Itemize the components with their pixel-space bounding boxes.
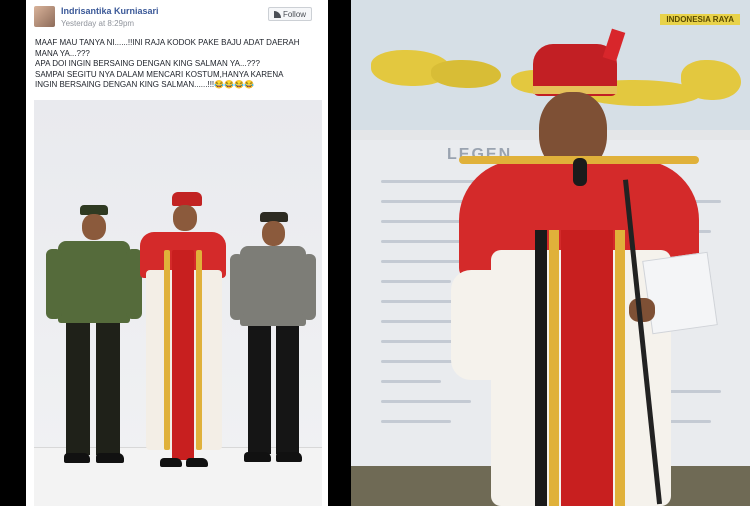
microphone [573,158,587,186]
police-officer-figure [230,212,316,506]
follow-button[interactable]: Follow [268,7,312,21]
post-caption: MAAF MAU TANYA NI......!!INI RAJA KODOK … [35,38,325,91]
follow-label: Follow [282,9,307,19]
military-officer-figure [44,205,142,505]
caption-line: INGIN BERSAING DENGAN KING SALMAN......!… [35,80,254,89]
caption-line: MANA YA...??? [35,48,90,58]
speaker-figure [451,28,721,506]
author-avatar[interactable] [34,6,55,27]
post-header: Indrisantika Kurniasari Yesterday at 8:2… [26,0,328,32]
facebook-post: Indrisantika Kurniasari Yesterday at 8:2… [26,0,328,506]
traditional-costume-figure [138,190,230,500]
post-timestamp[interactable]: Yesterday at 8:29pm [61,19,134,28]
map-title: INDONESIA RAYA [660,14,740,25]
caption-line: SAMPAI SEGITU NYA DALAM MENCARI KOSTUM,H… [35,69,284,79]
speech-paper [642,251,718,335]
post-photo[interactable] [34,100,322,506]
speech-photo: INDONESIA RAYA LEGEN [351,0,750,506]
rss-icon [273,10,281,18]
author-name[interactable]: Indrisantika Kurniasari [61,6,159,16]
caption-line: MAAF MAU TANYA NI......!!INI RAJA KODOK … [35,38,300,47]
caption-line: APA DOI INGIN BERSAING DENGAN KING SALMA… [35,59,260,68]
